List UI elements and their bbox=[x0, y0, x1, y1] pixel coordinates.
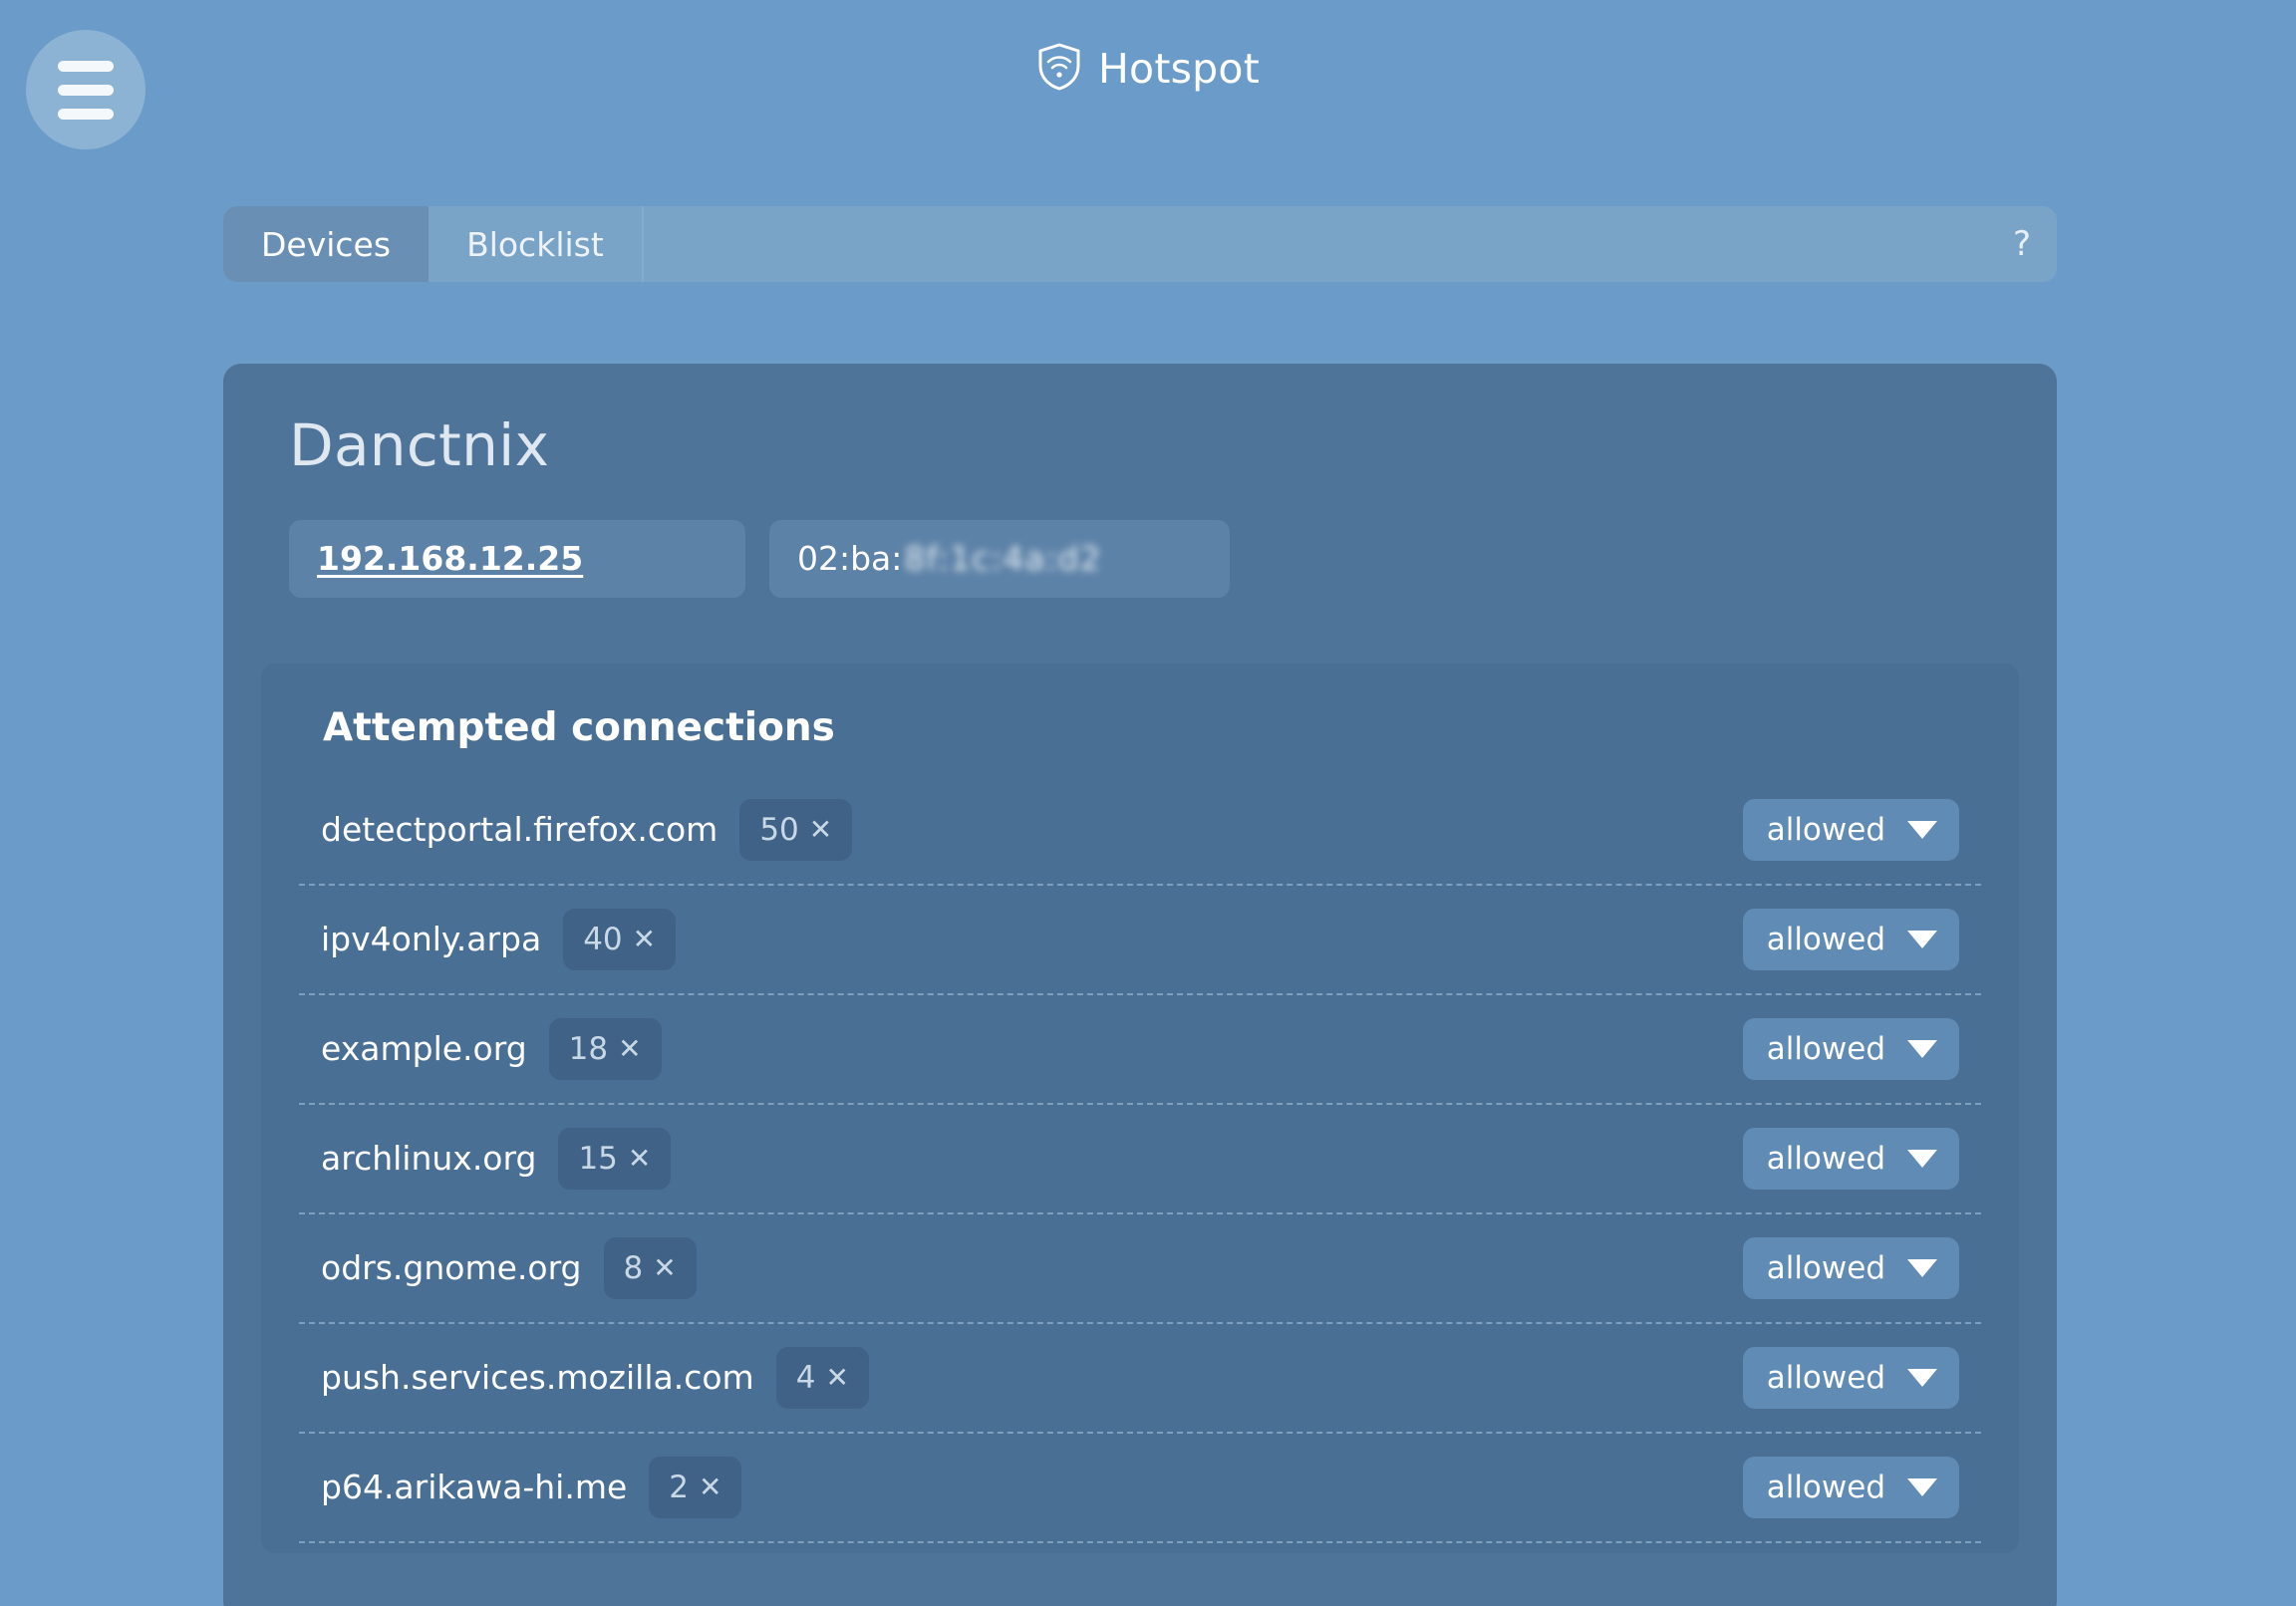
connection-host: detectportal.firefox.com bbox=[321, 810, 718, 849]
connection-state-label: allowed bbox=[1767, 1470, 1885, 1505]
device-identifiers: 192.168.12.25 02:ba:8f:1c:4a:d2 bbox=[289, 520, 2015, 598]
connection-info: odrs.gnome.org 8 ✕ bbox=[321, 1237, 697, 1299]
connection-row: ipv4only.arpa 40 ✕ allowed bbox=[299, 886, 1981, 995]
shield-wifi-icon bbox=[1036, 42, 1082, 96]
tab-devices-label: Devices bbox=[261, 225, 391, 264]
connection-state-select[interactable]: allowed bbox=[1743, 1018, 1959, 1080]
chevron-down-icon bbox=[1907, 1040, 1937, 1058]
chevron-down-icon bbox=[1907, 1369, 1937, 1387]
connection-count-badge: 50 ✕ bbox=[739, 799, 852, 861]
connection-count-value: 4 bbox=[796, 1360, 816, 1396]
connection-row: example.org 18 ✕ allowed bbox=[299, 995, 1981, 1105]
connection-host: archlinux.org bbox=[321, 1139, 536, 1178]
connection-count-badge: 18 ✕ bbox=[549, 1018, 662, 1080]
tab-devices[interactable]: Devices bbox=[223, 206, 429, 282]
device-card: Danctnix 192.168.12.25 02:ba:8f:1c:4a:d2… bbox=[223, 364, 2057, 1606]
connection-state-select[interactable]: allowed bbox=[1743, 1457, 1959, 1518]
connection-row: detectportal.firefox.com 50 ✕ allowed bbox=[299, 776, 1981, 886]
connection-host: push.services.mozilla.com bbox=[321, 1358, 754, 1397]
connection-row: archlinux.org 15 ✕ allowed bbox=[299, 1105, 1981, 1214]
connection-count-badge: 8 ✕ bbox=[604, 1237, 697, 1299]
connection-state-label: allowed bbox=[1767, 1360, 1885, 1396]
connection-count-value: 8 bbox=[624, 1250, 644, 1286]
multiply-icon: ✕ bbox=[653, 1251, 676, 1284]
chevron-down-icon bbox=[1907, 931, 1937, 948]
connection-state-label: allowed bbox=[1767, 1031, 1885, 1067]
attempted-connections-title: Attempted connections bbox=[323, 707, 1981, 750]
connection-count-badge: 4 ✕ bbox=[776, 1347, 869, 1409]
connection-row: p64.arikawa-hi.me 2 ✕ allowed bbox=[299, 1434, 1981, 1543]
connection-count-badge: 15 ✕ bbox=[558, 1128, 671, 1190]
connection-info: detectportal.firefox.com 50 ✕ bbox=[321, 799, 852, 861]
tab-blocklist[interactable]: Blocklist bbox=[429, 206, 642, 282]
ip-address-chip[interactable]: 192.168.12.25 bbox=[289, 520, 745, 598]
multiply-icon: ✕ bbox=[628, 1142, 651, 1175]
mac-address-chip: 02:ba:8f:1c:4a:d2 bbox=[769, 520, 1230, 598]
connection-count-value: 2 bbox=[669, 1470, 689, 1505]
connection-state-select[interactable]: allowed bbox=[1743, 799, 1959, 861]
connection-host: ipv4only.arpa bbox=[321, 920, 541, 958]
connection-count-value: 18 bbox=[569, 1031, 608, 1067]
connection-count-badge: 2 ✕ bbox=[649, 1457, 741, 1518]
hamburger-menu-icon-line-3 bbox=[58, 109, 114, 120]
mac-address-redacted: 8f:1c:4a:d2 bbox=[904, 539, 1101, 578]
connection-state-label: allowed bbox=[1767, 812, 1885, 848]
connection-state-select[interactable]: allowed bbox=[1743, 1347, 1959, 1409]
connection-state-select[interactable]: allowed bbox=[1743, 1237, 1959, 1299]
multiply-icon: ✕ bbox=[618, 1032, 641, 1065]
top-bar: Hotspot bbox=[0, 0, 2296, 171]
tab-blocklist-label: Blocklist bbox=[466, 225, 604, 264]
connection-info: example.org 18 ✕ bbox=[321, 1018, 662, 1080]
connection-state-select[interactable]: allowed bbox=[1743, 909, 1959, 970]
connection-state-label: allowed bbox=[1767, 1141, 1885, 1177]
connection-state-label: allowed bbox=[1767, 922, 1885, 957]
multiply-icon: ✕ bbox=[825, 1361, 848, 1394]
help-button[interactable]: ? bbox=[1987, 206, 2057, 282]
tab-bar: Devices Blocklist ? bbox=[223, 206, 2057, 282]
connection-count-value: 50 bbox=[759, 812, 798, 848]
attempted-connections-panel: Attempted connections detectportal.firef… bbox=[261, 664, 2019, 1553]
connection-count-value: 40 bbox=[583, 922, 622, 957]
chevron-down-icon bbox=[1907, 1478, 1937, 1496]
connection-state-label: allowed bbox=[1767, 1250, 1885, 1286]
help-icon: ? bbox=[2013, 224, 2031, 264]
ip-address-link[interactable]: 192.168.12.25 bbox=[317, 539, 583, 578]
connection-info: push.services.mozilla.com 4 ✕ bbox=[321, 1347, 869, 1409]
attempted-connections-list: detectportal.firefox.com 50 ✕ allowed ip… bbox=[299, 776, 1981, 1543]
app-title-group: Hotspot bbox=[0, 42, 2296, 96]
chevron-down-icon bbox=[1907, 821, 1937, 839]
app-title: Hotspot bbox=[1098, 49, 1260, 90]
connection-row: odrs.gnome.org 8 ✕ allowed bbox=[299, 1214, 1981, 1324]
connection-info: archlinux.org 15 ✕ bbox=[321, 1128, 671, 1190]
device-name: Danctnix bbox=[289, 415, 2015, 476]
connection-count-badge: 40 ✕ bbox=[563, 909, 676, 970]
connection-state-select[interactable]: allowed bbox=[1743, 1128, 1959, 1190]
connection-row: push.services.mozilla.com 4 ✕ allowed bbox=[299, 1324, 1981, 1434]
mac-address-prefix: 02:ba: bbox=[797, 539, 902, 578]
connection-count-value: 15 bbox=[578, 1141, 617, 1177]
tab-bar-spacer bbox=[644, 206, 1987, 282]
connection-info: p64.arikawa-hi.me 2 ✕ bbox=[321, 1457, 741, 1518]
connection-host: p64.arikawa-hi.me bbox=[321, 1468, 627, 1506]
connection-host: example.org bbox=[321, 1029, 527, 1068]
multiply-icon: ✕ bbox=[699, 1471, 721, 1503]
chevron-down-icon bbox=[1907, 1150, 1937, 1168]
chevron-down-icon bbox=[1907, 1259, 1937, 1277]
multiply-icon: ✕ bbox=[809, 813, 832, 846]
connection-info: ipv4only.arpa 40 ✕ bbox=[321, 909, 676, 970]
multiply-icon: ✕ bbox=[633, 923, 656, 955]
connection-host: odrs.gnome.org bbox=[321, 1248, 582, 1287]
